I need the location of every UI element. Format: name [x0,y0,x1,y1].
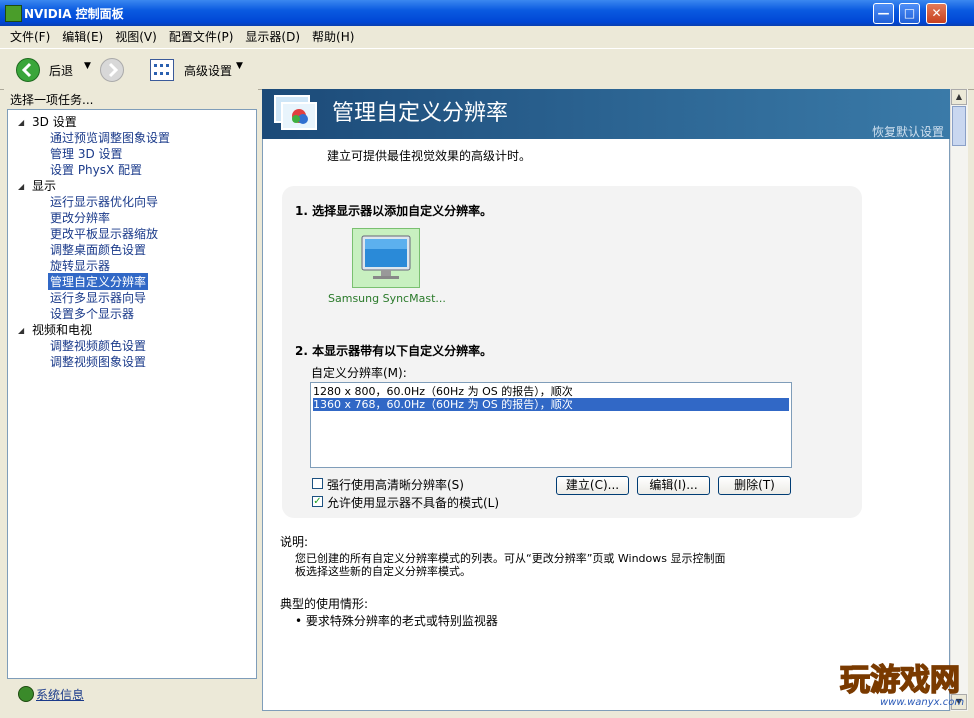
step1-heading: 1. 选择显示器以添加自定义分辨率。 [295,204,493,218]
menu-view[interactable]: 视图(V) [109,26,163,45]
usage-item: • 要求特殊分辨率的老式或特别监视器 [295,614,498,628]
tree-item-flat-panel-scaling[interactable]: 更改平板显示器缩放 [50,225,158,242]
task-header: 选择一项任务... [10,93,94,107]
collapse-display-icon[interactable]: ◢ [18,182,24,191]
tree-category-3d[interactable]: 3D 设置 [32,113,77,130]
advanced-settings-icon[interactable] [150,59,174,81]
watermark-logo: 玩游戏网 www.wanyx.com [838,655,966,713]
back-arrow-icon[interactable] [16,58,40,82]
advanced-settings-button[interactable]: 高级设置 [184,62,232,79]
delete-button[interactable]: 删除(T) [718,476,791,495]
menu-help[interactable]: 帮助(H) [306,26,360,45]
allow-modes-label[interactable]: 允许使用显示器不具备的模式(L) [327,494,499,511]
edit-button[interactable]: 编辑(I)... [637,476,710,495]
maximize-button[interactable]: □ [899,3,920,24]
back-button-label[interactable]: 后退 [49,62,73,79]
resolution-list-label: 自定义分辨率(M): [311,366,407,380]
window-title: NVIDIA 控制面板 [24,7,124,21]
close-button[interactable]: ✕ [926,3,947,24]
tree-item-preview-image[interactable]: 通过预览调整图象设置 [50,129,170,146]
page-intro: 建立可提供最佳视觉效果的高级计时。 [327,149,532,163]
tree-category-video[interactable]: 视频和电视 [32,321,92,338]
scroll-up-icon[interactable]: ▲ [951,89,967,105]
page-title: 管理自定义分辨率 [332,101,509,126]
restore-defaults-link[interactable]: 恢复默认设置 [872,123,944,140]
monitor-label[interactable]: Samsung SyncMast... [328,292,446,305]
description-line-2: 板选择这些新的自定义分辨率模式。 [295,565,471,578]
monitor-tile[interactable] [352,228,420,288]
minimize-button[interactable]: — [873,3,894,24]
toolbar: 后退 ▼ 高级设置 ▼ [0,48,974,90]
back-dropdown-arrow-icon[interactable]: ▼ [84,61,91,71]
nvidia-app-icon [5,5,22,22]
advanced-dropdown-arrow-icon[interactable]: ▼ [236,61,243,71]
force-hd-label[interactable]: 强行使用高清晰分辨率(S) [327,476,464,493]
tree-item-custom-resolution[interactable]: 管理自定义分辨率 [48,273,149,290]
system-info-icon [18,686,34,702]
title-bar: NVIDIA 控制面板 — □ ✕ [0,0,974,26]
page-banner: 管理自定义分辨率 恢复默认设置 [262,89,950,139]
tree-item-desktop-color[interactable]: 调整桌面颜色设置 [50,241,146,258]
tree-item-multi-display-wizard[interactable]: 运行多显示器向导 [50,289,146,306]
tree-item-manage-3d[interactable]: 管理 3D 设置 [50,145,123,162]
vertical-scrollbar[interactable]: ▲ ▼ [950,89,968,711]
tree-item-optimize-wizard[interactable]: 运行显示器优化向导 [50,193,158,210]
menu-profile[interactable]: 配置文件(P) [163,26,240,45]
usage-title: 典型的使用情形: [280,597,369,611]
watermark-url: www.wanyx.com [880,697,965,708]
collapse-3d-icon[interactable]: ◢ [18,118,24,127]
custom-resolution-icon [274,95,317,130]
tree-category-display[interactable]: 显示 [32,177,56,194]
tree-item-rotate-display[interactable]: 旋转显示器 [50,257,110,274]
resolution-item[interactable]: 1280 x 800，60.0Hz（60Hz 为 OS 的报告），顺次 [313,385,789,398]
description-title: 说明: [280,535,309,549]
tree-item-video-color[interactable]: 调整视频颜色设置 [50,337,146,354]
watermark-text: 玩游戏网 [839,662,961,699]
tree-item-multi-display[interactable]: 设置多个显示器 [50,305,134,322]
tree-item-change-resolution[interactable]: 更改分辨率 [50,209,110,226]
resolution-list[interactable]: 1280 x 800，60.0Hz（60Hz 为 OS 的报告），顺次 1360… [310,382,792,468]
menu-edit[interactable]: 编辑(E) [56,26,109,45]
allow-modes-checkbox[interactable]: ✓ [312,496,323,507]
tree-item-video-image[interactable]: 调整视频图象设置 [50,353,146,370]
create-button[interactable]: 建立(C)... [556,476,629,495]
resolution-item-selected[interactable]: 1360 x 768，60.0Hz（60Hz 为 OS 的报告），顺次 [313,398,789,411]
menu-display[interactable]: 显示器(D) [239,26,306,45]
menu-file[interactable]: 文件(F) [4,26,56,45]
forward-arrow-icon[interactable] [100,58,124,82]
scroll-thumb[interactable] [952,106,966,146]
monitor-icon [361,235,411,279]
task-tree: ◢ 3D 设置 通过预览调整图象设置 管理 3D 设置 设置 PhysX 配置 … [7,109,257,679]
tree-item-physx[interactable]: 设置 PhysX 配置 [50,161,142,178]
system-info-label[interactable]: 系统信息 [36,686,84,703]
collapse-video-icon[interactable]: ◢ [18,326,24,335]
menu-bar: 文件(F) 编辑(E) 视图(V) 配置文件(P) 显示器(D) 帮助(H) [0,26,974,47]
step2-heading: 2. 本显示器带有以下自定义分辨率。 [295,344,493,358]
force-hd-checkbox[interactable] [312,478,323,489]
